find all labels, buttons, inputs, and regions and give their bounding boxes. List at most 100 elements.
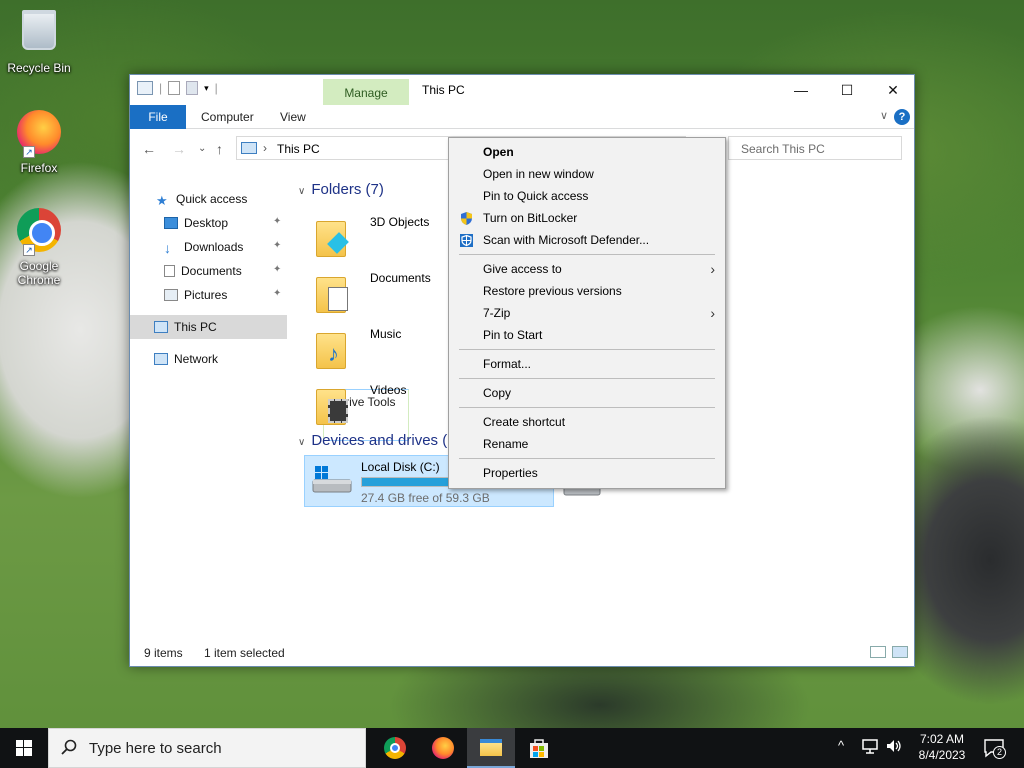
menu-item-turn-on-bitlocker[interactable]: Turn on BitLocker [449,207,725,229]
maximize-button[interactable]: ☐ [824,75,870,105]
breadcrumb-this-pc[interactable]: This PC [277,142,320,156]
menu-item-format[interactable]: Format... [449,353,725,375]
pin-icon[interactable]: ✦ [273,216,281,227]
search-input[interactable]: Search This PC [728,136,902,160]
taskbar-app-file-explorer[interactable] [467,728,515,768]
defender-icon [459,233,474,248]
action-center-button[interactable]: 2 [982,736,1008,760]
sidebar-item-desktop[interactable]: Desktop [164,212,228,234]
uac-shield-icon [459,211,474,226]
minimize-button[interactable]: — [778,75,824,105]
tab-computer[interactable]: Computer [201,105,254,129]
new-folder-icon[interactable] [186,81,199,95]
folder-music[interactable]: ♪ Music [314,323,444,375]
notification-count: 2 [993,746,1006,759]
desktop-icon-recycle-bin[interactable]: Recycle Bin [1,6,77,75]
folders-group-header[interactable]: ∨ Folders (7) [298,181,384,198]
shortcut-arrow-icon: ↗ [23,244,35,256]
help-icon[interactable]: ? [894,109,910,125]
taskbar: Type here to search ^ 7:02 AM 8/4/2023 2 [0,728,1024,768]
sidebar-item-pictures[interactable]: Pictures [164,284,227,306]
desktop-icon-label: Recycle Bin [7,61,71,75]
menu-item-open-in-new-window[interactable]: Open in new window [449,163,725,185]
menu-item-open[interactable]: Open [449,141,725,163]
menu-item-label: Restore previous versions [483,284,622,298]
computer-icon [154,321,168,333]
menu-item-copy[interactable]: Copy [449,382,725,404]
large-icons-view-icon[interactable] [892,646,908,658]
desktop-icon-label: Google Chrome [17,259,61,287]
folder-videos[interactable]: Videos [314,379,444,431]
properties-icon[interactable] [168,81,181,95]
network-tray-icon[interactable] [861,737,879,768]
close-button[interactable]: ✕ [870,75,916,105]
taskbar-search-placeholder: Type here to search [89,740,222,757]
title-bar[interactable]: | ▾ | Manage This PC — ☐ ✕ [130,75,914,105]
menu-item-give-access-to[interactable]: Give access to › [449,258,725,280]
sidebar-item-this-pc[interactable]: This PC [154,316,217,338]
menu-item-pin-to-quick-access[interactable]: Pin to Quick access [449,185,725,207]
sidebar-item-documents[interactable]: Documents [164,260,242,282]
desktop-icon-label: Firefox [20,161,58,175]
devices-group-header[interactable]: ∨ Devices and drives (2 [298,432,456,449]
selection-count: 1 item selected [204,646,285,660]
taskbar-search-box[interactable]: Type here to search [48,728,366,768]
recent-locations-icon[interactable]: ⌄ [198,143,206,154]
folder-3d-objects[interactable]: 3D Objects [314,211,444,263]
tab-manage[interactable]: Manage [323,79,409,105]
recycle-bin-icon [22,10,56,50]
computer-icon[interactable] [137,81,153,95]
pin-icon[interactable]: ✦ [273,288,281,299]
sidebar-item-quick-access[interactable]: ★ Quick access [156,188,247,210]
taskbar-app-chrome[interactable] [371,728,419,768]
film-strip-icon [328,399,348,423]
desktop-folder-icon [164,217,178,229]
tab-file[interactable]: File [130,105,186,129]
pin-icon[interactable]: ✦ [273,240,281,251]
chevron-down-icon: ∨ [298,437,306,448]
details-view-icon[interactable] [870,646,886,658]
menu-item-pin-to-start[interactable]: Pin to Start [449,324,725,346]
menu-item-rename[interactable]: Rename [449,433,725,455]
submenu-arrow-icon: › [710,261,715,277]
up-arrow-icon[interactable]: ↑ [216,141,223,157]
menu-item-properties[interactable]: Properties [449,462,725,484]
star-icon: ★ [156,193,168,208]
menu-item-7-zip[interactable]: 7-Zip › [449,302,725,324]
firefox-icon [432,737,454,759]
menu-item-label: Open [483,145,514,159]
back-arrow-icon[interactable]: ← [142,141,156,157]
drive-usage-fill [362,478,462,486]
menu-item-scan-with-microsoft-defender[interactable]: Scan with Microsoft Defender... [449,229,725,251]
forward-arrow-icon[interactable]: → [172,141,186,157]
menu-item-restore-previous-versions[interactable]: Restore previous versions [449,280,725,302]
pin-icon[interactable]: ✦ [273,264,281,275]
picture-icon [164,289,178,301]
taskbar-app-store[interactable] [515,728,563,768]
menu-item-label: 7-Zip [483,306,511,320]
tray-overflow-icon[interactable]: ^ [838,738,844,768]
status-bar: 9 items 1 item selected [130,640,914,666]
sidebar-item-downloads[interactable]: ↓ Downloads [164,236,243,258]
taskbar-clock[interactable]: 7:02 AM 8/4/2023 [904,731,980,763]
customize-toolbar-icon[interactable]: ▾ [204,83,209,94]
start-button[interactable] [0,728,48,768]
tab-view[interactable]: View [280,105,306,129]
navigation-pane: ★ Quick access Desktop ✦ ↓ Downloads ✦ Doc… [130,171,288,641]
menu-item-label: Pin to Quick access [483,189,589,203]
desktop-icon-firefox[interactable]: ↗ Firefox [1,108,77,175]
menu-separator [459,458,715,459]
expand-ribbon-icon[interactable]: ∨ [880,109,888,122]
window-title: This PC [422,83,465,97]
menu-item-label: Copy [483,386,512,400]
menu-item-label: Open in new window [483,167,594,181]
menu-item-create-shortcut[interactable]: Create shortcut [449,411,725,433]
taskbar-app-firefox[interactable] [419,728,467,768]
search-placeholder: Search This PC [741,142,825,156]
hard-drive-icon [311,466,353,496]
menu-item-label: Pin to Start [483,328,543,342]
folder-documents[interactable]: Documents [314,267,444,319]
desktop-icon-chrome[interactable]: ↗ Google Chrome [1,206,77,287]
sidebar-item-network[interactable]: Network [154,348,218,370]
volume-tray-icon[interactable] [885,737,903,768]
